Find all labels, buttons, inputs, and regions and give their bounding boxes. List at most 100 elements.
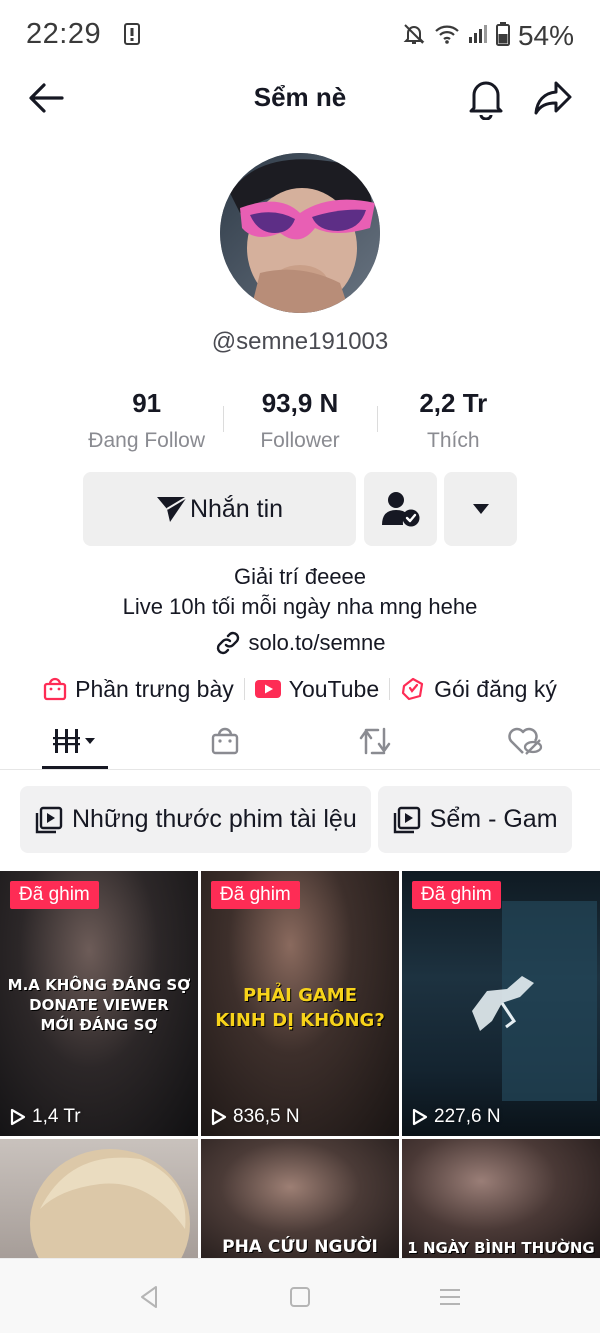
nav-home-button[interactable] [286,1283,314,1311]
shortcut-label: YouTube [288,675,380,702]
video-caption: M.A KHÔNG ĐÁNG SỢ DONATE VIEWER MỚI ĐÁNG… [0,975,198,1035]
video-scene [30,1149,190,1259]
caption-line: DONATE VIEWER [29,996,169,1014]
profile-shortcuts: Phần trưng bày YouTube Gói đăng ký [0,672,600,706]
shortcut-youtube[interactable]: YouTube [245,676,389,703]
bio-line: Live 10h tối mỗi ngày nha mng hehe [122,594,478,619]
video-thumbnail[interactable]: Đã ghim 227,6 N [402,871,600,1136]
stat-value: 91 [132,388,162,418]
caption-line: PHẢI GAME [242,985,358,1006]
sim-card-icon [124,23,140,50]
avatar[interactable] [220,153,380,313]
tab-shop[interactable] [175,712,275,770]
video-thumbnail[interactable] [0,1139,198,1259]
triangle-back-icon [141,1286,157,1308]
shortcut-subscription[interactable]: Gói đăng ký [390,676,567,703]
play-icon [10,1108,26,1126]
username: @semne191003 [211,328,389,355]
send-icon [156,496,188,522]
shortcut-showcase[interactable]: Phần trưng bày [33,676,244,703]
more-options-button[interactable] [444,472,517,546]
nav-menu-button[interactable] [436,1283,464,1311]
mute-icon [402,22,426,51]
shop-bag-icon [43,677,67,701]
caption-line: 1 NGÀY BÌNH THƯỜNG [407,1239,595,1257]
status-bar: 22:29 54% [0,0,600,70]
video-thumbnail[interactable]: Đã ghim PHẢI GAME KINH DỊ KHÔNG? 836,5 N [201,871,399,1136]
stat-value: 2,2 Tr [419,388,488,418]
subscription-icon [402,677,424,701]
playlist-label: Sểm - Gam [429,805,558,833]
share-button[interactable] [532,78,574,118]
video-caption: PHẢI GAME KINH DỊ KHÔNG? [201,983,399,1033]
view-count: 227,6 N [412,1106,501,1128]
nav-back-button[interactable] [136,1283,164,1311]
signal-icon [468,24,488,49]
message-button-label: Nhắn tin [189,494,284,523]
stat-value: 93,9 N [261,388,339,418]
active-tab-indicator [42,766,108,769]
pinned-badge: Đã ghim [10,881,99,909]
bio-link[interactable]: solo.to/semne [0,630,600,656]
profile-actions: Nhắn tin [83,472,517,546]
stat-likes[interactable]: 2,2 Tr Thích [376,388,530,458]
grid-dropdown-icon [53,729,95,753]
profile-stats: 91 Đang Follow 93,9 N Follower 2,2 Tr Th… [70,388,530,458]
playlist-icon [393,806,420,833]
square-home-icon [290,1287,310,1307]
stat-label: Thích [427,429,480,452]
stat-label: Đang Follow [88,429,206,452]
video-caption: 1 NGÀY BÌNH THƯỜNG [402,1239,600,1257]
bio-line: Giải trí đeeee [233,564,367,589]
page-title: Sểm nè [253,82,347,112]
shortcut-label: Phần trưng bày [75,675,234,702]
view-count-text: 836,5 N [233,1106,300,1127]
video-thumbnail[interactable]: Đã ghim M.A KHÔNG ĐÁNG SỢ DONATE VIEWER … [0,871,198,1136]
caption-line: PHA CỨU NGƯỜI [222,1237,378,1257]
video-thumbnail[interactable]: 1 NGÀY BÌNH THƯỜNG [402,1139,600,1259]
caption-line: KINH DỊ KHÔNG? [215,1010,385,1031]
playlist-icon [35,806,63,833]
caption-line: M.A KHÔNG ĐÁNG SỢ [7,976,191,994]
view-count: 836,5 N [211,1106,300,1128]
pinned-badge: Đã ghim [211,881,300,909]
view-count: 1,4 Tr [10,1106,81,1128]
bio: Giải trí đeeee Live 10h tối mỗi ngày nha… [0,562,600,622]
caption-line: MỚI ĐÁNG SỢ [40,1016,158,1034]
link-icon [216,631,239,655]
tab-liked[interactable] [475,712,575,770]
stat-label: Follower [260,429,340,452]
stat-followers[interactable]: 93,9 N Follower [223,388,376,458]
wifi-icon [434,23,460,50]
playlist-chip[interactable]: Những thước phim tài lệu [20,786,371,853]
video-thumbnail[interactable]: PHA CỨU NGƯỜI [201,1139,399,1259]
video-scene [472,901,597,1101]
view-count-text: 1,4 Tr [32,1106,81,1127]
play-icon [412,1108,428,1126]
notification-button[interactable] [466,76,506,121]
view-count-text: 227,6 N [434,1106,501,1127]
avatar-photo [220,153,380,313]
message-button[interactable]: Nhắn tin [83,472,356,546]
content-tabs [0,712,600,770]
video-caption: PHA CỨU NGƯỜI [201,1237,399,1257]
stat-following[interactable]: 91 Đang Follow [70,388,223,458]
playlists-row: Những thước phim tài lệu Sểm - Gam [20,786,600,853]
friends-button[interactable] [364,472,437,546]
playlist-label: Những thước phim tài lệu [72,805,357,833]
playlist-chip[interactable]: Sểm - Gam [377,786,572,853]
battery-percent: 54% [517,20,574,51]
tab-videos[interactable] [25,712,125,770]
share-arrow-icon [534,81,572,115]
user-check-icon [381,492,419,527]
play-icon [211,1108,227,1126]
shortcut-label: Gói đăng ký [434,675,557,702]
menu-lines-icon [440,1289,460,1305]
heart-hidden-icon [508,727,543,755]
repost-icon [359,727,391,755]
shop-bag-icon [211,727,239,755]
bell-icon [469,81,503,121]
tab-reposts[interactable] [325,712,425,770]
battery-icon [495,21,510,51]
youtube-icon [254,680,281,698]
